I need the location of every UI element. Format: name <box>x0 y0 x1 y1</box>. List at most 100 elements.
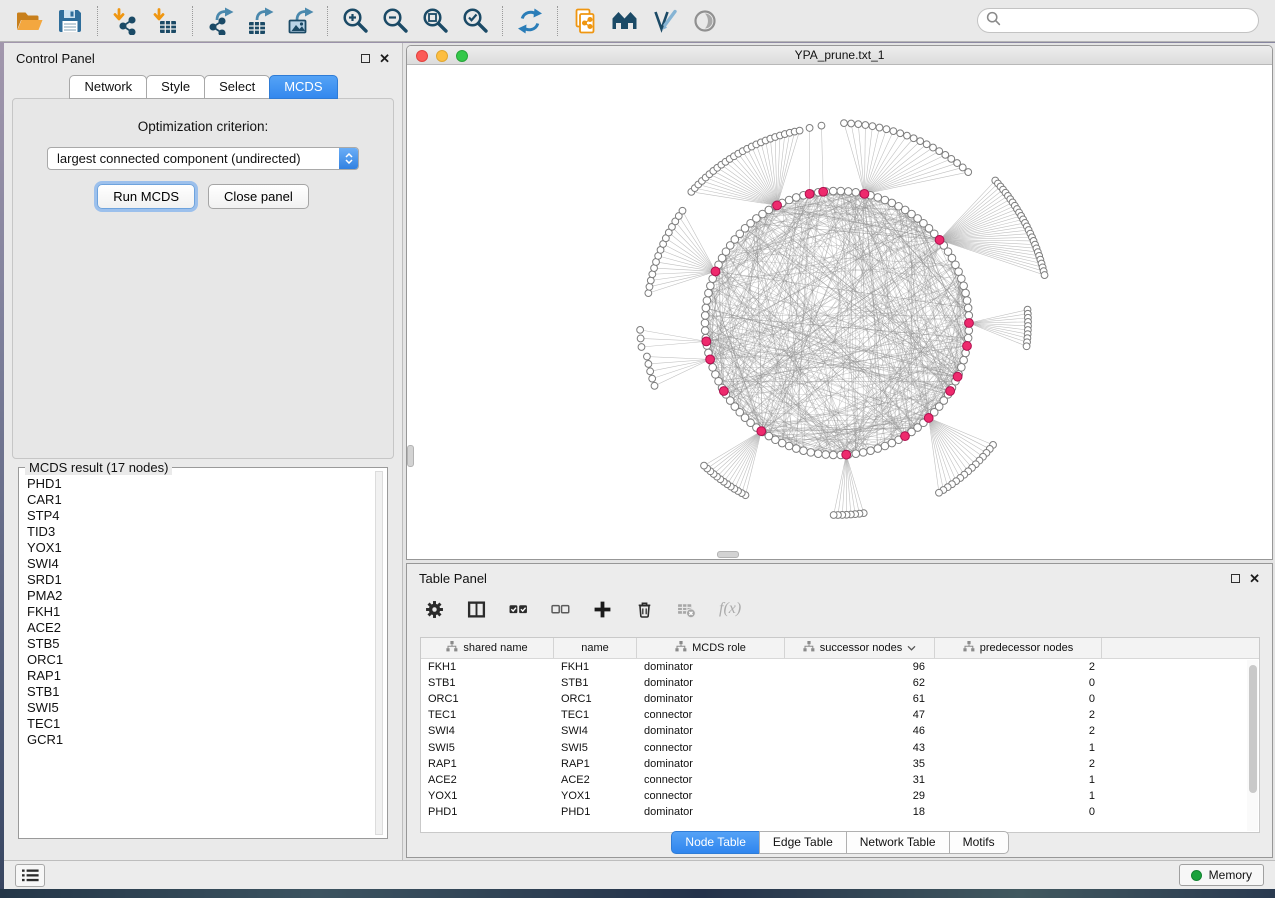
network-node[interactable] <box>701 462 708 469</box>
network-node[interactable] <box>869 123 876 130</box>
network-node[interactable] <box>796 127 803 134</box>
mcds-result-item[interactable]: ORC1 <box>27 652 367 668</box>
mcds-result-item[interactable]: SRD1 <box>27 572 367 588</box>
network-node[interactable] <box>651 382 658 389</box>
network-node[interactable] <box>881 442 889 450</box>
network-node[interactable] <box>644 353 651 360</box>
network-node[interactable] <box>829 451 837 459</box>
mcds-result-item[interactable]: SWI4 <box>27 556 367 572</box>
network-node[interactable] <box>859 449 867 457</box>
table-row[interactable]: ORC1ORC1dominator610 <box>421 691 1259 707</box>
network-node[interactable] <box>904 132 911 139</box>
save-icon[interactable] <box>50 3 90 39</box>
network-node[interactable] <box>964 304 972 312</box>
split-columns-icon[interactable] <box>467 600 486 619</box>
search-box[interactable] <box>977 8 1259 33</box>
network-node[interactable] <box>960 356 968 364</box>
network-node[interactable] <box>701 327 709 335</box>
open-icon[interactable] <box>10 3 50 39</box>
mcds-result-item[interactable]: CAR1 <box>27 492 367 508</box>
export-image-icon[interactable] <box>280 3 320 39</box>
network-node[interactable] <box>647 368 654 375</box>
maximize-window-icon[interactable] <box>456 50 468 62</box>
mcds-network-node[interactable] <box>924 414 933 423</box>
mcds-network-node[interactable] <box>953 372 962 381</box>
export-network-icon[interactable] <box>200 3 240 39</box>
network-node[interactable] <box>883 126 890 133</box>
mcds-result-item[interactable]: YOX1 <box>27 540 367 556</box>
network-node[interactable] <box>705 289 713 297</box>
gear-icon[interactable] <box>425 600 444 619</box>
close-panel-icon[interactable]: ✕ <box>379 54 390 63</box>
network-node[interactable] <box>958 364 966 372</box>
mcds-result-item[interactable]: STB1 <box>27 684 367 700</box>
export-table-icon[interactable] <box>240 3 280 39</box>
mcds-result-item[interactable]: SWI5 <box>27 700 367 716</box>
column-header-predecessor-nodes[interactable]: predecessor nodes <box>935 638 1102 658</box>
import-table-icon[interactable] <box>145 3 185 39</box>
criterion-dropdown[interactable]: largest connected component (undirected) <box>47 147 359 170</box>
network-canvas[interactable] <box>407 65 1272 559</box>
network-node[interactable] <box>955 268 963 276</box>
mcds-network-node[interactable] <box>842 450 851 459</box>
network-node[interactable] <box>890 128 897 135</box>
delete-columns-icon[interactable] <box>635 600 654 619</box>
network-node[interactable] <box>829 187 837 195</box>
network-node[interactable] <box>844 188 852 196</box>
minimize-window-icon[interactable] <box>436 50 448 62</box>
zoom-fit-icon[interactable] <box>415 3 455 39</box>
mcds-network-node[interactable] <box>946 387 955 396</box>
column-header-name[interactable]: name <box>554 638 637 658</box>
refresh-icon[interactable] <box>510 3 550 39</box>
zoom-selected-icon[interactable] <box>455 3 495 39</box>
select-all-icon[interactable] <box>509 600 528 619</box>
column-header-MCDS-role[interactable]: MCDS role <box>637 638 785 658</box>
tab-network[interactable]: Network <box>69 75 147 99</box>
network-node[interactable] <box>852 189 860 197</box>
network-node[interactable] <box>841 120 848 127</box>
network-node[interactable] <box>930 144 937 151</box>
close-panel-button[interactable]: Close panel <box>208 184 309 209</box>
tab-mcds[interactable]: MCDS <box>269 75 337 99</box>
mcds-network-node[interactable] <box>819 187 828 196</box>
show-graphics-icon[interactable] <box>685 3 725 39</box>
zoom-out-icon[interactable] <box>375 3 415 39</box>
memory-button[interactable]: Memory <box>1179 864 1264 886</box>
network-node[interactable] <box>638 344 645 351</box>
network-node[interactable] <box>936 148 943 155</box>
vertical-scroll-grip[interactable] <box>407 445 414 467</box>
mcds-result-item[interactable]: GCR1 <box>27 732 367 748</box>
table-row[interactable]: YOX1YOX1connector291 <box>421 788 1259 804</box>
network-node[interactable] <box>855 121 862 128</box>
network-node[interactable] <box>679 207 686 214</box>
table-row[interactable]: PHD1PHD1dominator180 <box>421 804 1259 820</box>
sort-desc-icon[interactable] <box>907 642 916 654</box>
network-node[interactable] <box>1023 343 1030 350</box>
network-node[interactable] <box>965 169 972 176</box>
mcds-result-item[interactable]: PHD1 <box>27 476 367 492</box>
network-node[interactable] <box>709 364 717 372</box>
run-mcds-button[interactable]: Run MCDS <box>97 184 195 209</box>
import-network-icon[interactable] <box>105 3 145 39</box>
network-node[interactable] <box>830 512 837 519</box>
network-node[interactable] <box>703 297 711 305</box>
table-row[interactable]: STB1STB1dominator620 <box>421 675 1259 691</box>
zoom-in-icon[interactable] <box>335 3 375 39</box>
result-scrollbar[interactable] <box>375 471 383 835</box>
first-neighbors-icon[interactable] <box>605 3 645 39</box>
mcds-result-item[interactable]: FKH1 <box>27 604 367 620</box>
network-node[interactable] <box>876 124 883 131</box>
mcds-result-list[interactable]: PHD1CAR1STP4TID3YOX1SWI4SRD1PMA2FKH1ACE2… <box>27 476 367 834</box>
mcds-network-node[interactable] <box>706 355 715 364</box>
search-input[interactable] <box>1006 11 1258 31</box>
network-node[interactable] <box>702 304 710 312</box>
network-node[interactable] <box>807 449 815 457</box>
network-node[interactable] <box>806 125 813 132</box>
network-window-titlebar[interactable]: YPA_prune.txt_1 <box>407 46 1272 65</box>
network-node[interactable] <box>712 371 720 379</box>
network-node[interactable] <box>701 319 709 327</box>
add-column-icon[interactable] <box>593 600 612 619</box>
network-node[interactable] <box>701 312 709 320</box>
network-node[interactable] <box>942 151 949 158</box>
mcds-network-node[interactable] <box>773 201 782 210</box>
